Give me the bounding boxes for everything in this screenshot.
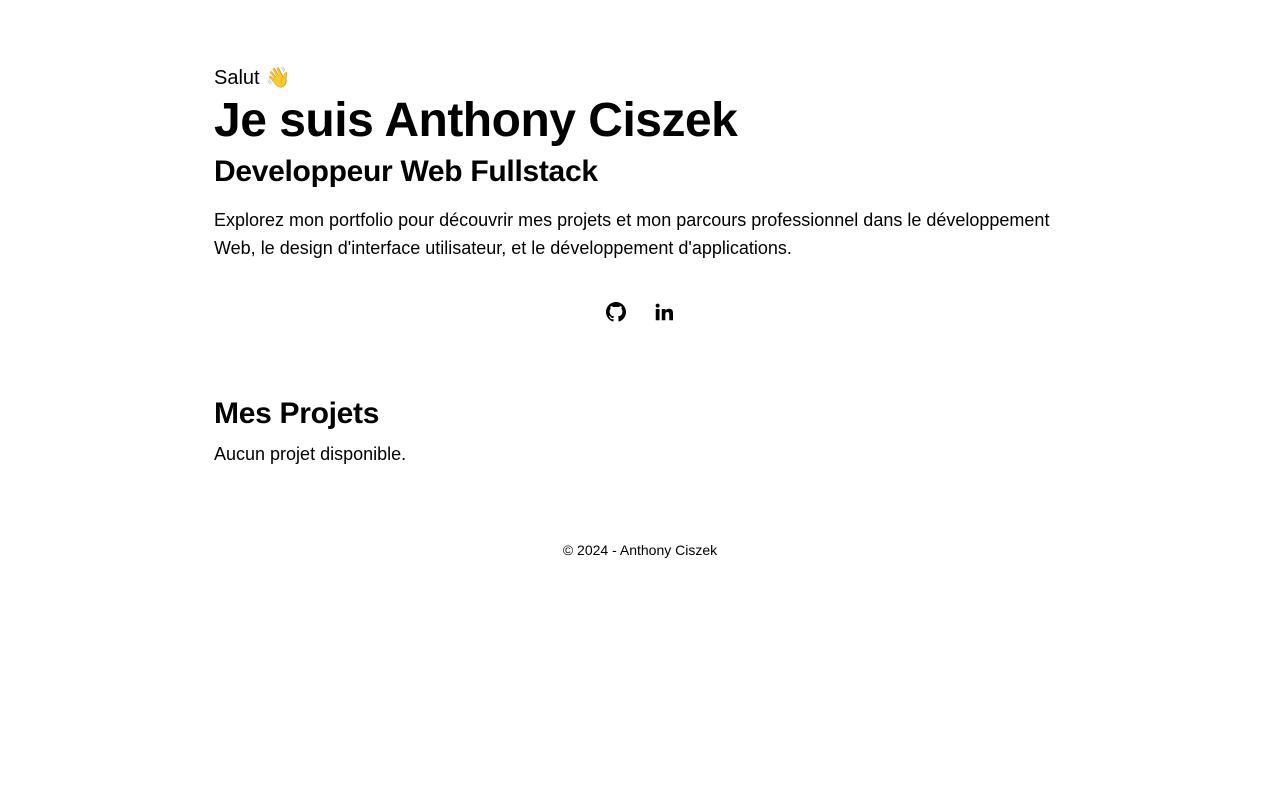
projects-empty-message: Aucun projet disponible. <box>214 444 407 464</box>
hero-subtitle: Developpeur Web Fullstack <box>214 155 598 188</box>
waving-hand-icon: 👋 <box>265 67 291 89</box>
projects-section: Mes Projets Aucun projet disponible. <box>214 394 1066 468</box>
linkedin-link[interactable] <box>654 296 674 328</box>
github-icon <box>606 302 626 322</box>
greeting: Salut 👋 <box>214 64 1066 92</box>
github-link[interactable] <box>606 296 626 328</box>
page: Salut 👋 Je suis Anthony Ciszek Developpe… <box>0 0 1280 800</box>
social-links <box>0 296 1280 328</box>
linkedin-icon <box>655 303 673 321</box>
hero-title: Je suis Anthony Ciszek <box>214 94 738 147</box>
footer: © 2024 - Anthony Ciszek <box>0 540 1280 560</box>
greeting-text: Salut <box>214 67 260 89</box>
projects-title: Mes Projets <box>214 397 380 430</box>
footer-copyright: © 2024 - Anthony Ciszek <box>562 542 718 558</box>
hero-section: Salut 👋 Je suis Anthony Ciszek Developpe… <box>214 64 1066 262</box>
intro-text: Explorez mon portfolio pour découvrir me… <box>214 210 1050 258</box>
